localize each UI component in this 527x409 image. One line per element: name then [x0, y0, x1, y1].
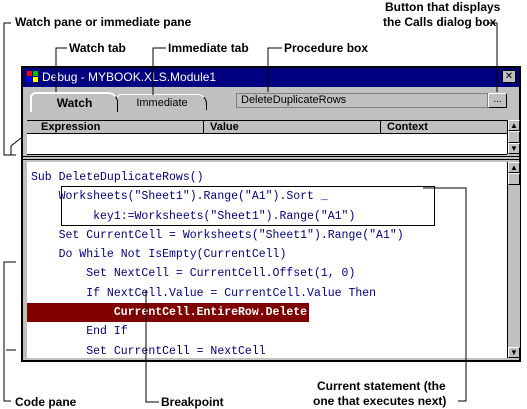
watch-pane-scrollbar[interactable]: ▲ ▼: [507, 120, 520, 154]
debug-window-icon: [27, 71, 38, 82]
current-statement-box: [61, 186, 435, 226]
code-line[interactable]: Sub DeleteDuplicateRows(): [31, 168, 404, 187]
tab-immediate[interactable]: Immediate: [117, 94, 207, 110]
code-line[interactable]: Set CurrentCell = NextCell: [31, 342, 404, 358]
column-header-expression[interactable]: Expression: [27, 121, 211, 133]
column-header-value[interactable]: Value: [203, 121, 386, 133]
calls-button[interactable]: ...: [488, 93, 507, 108]
code-line[interactable]: End If: [31, 322, 404, 341]
callout-calls-button-line1: Button that displays: [385, 0, 501, 14]
code-scroll-thumb[interactable]: [508, 173, 520, 185]
scroll-up-icon[interactable]: ▲: [508, 120, 520, 131]
callout-watch-pane: Watch pane or immediate pane: [15, 15, 192, 29]
window-title: Debug - MYBOOK.XLS.Module1: [42, 70, 217, 84]
code-pane-scrollbar[interactable]: ▲ ▼: [507, 162, 520, 358]
column-header-context[interactable]: Context: [380, 121, 507, 133]
breakpoint-line[interactable]: CurrentCell.EntireRow.Delete: [27, 303, 310, 323]
watch-pane[interactable]: [27, 134, 507, 155]
callout-current-statement-line1: Current statement (the: [317, 379, 446, 393]
code-line[interactable]: Set NextCell = CurrentCell.Offset(1, 0): [31, 264, 404, 283]
code-line[interactable]: If NextCell.Value = CurrentCell.Value Th…: [31, 284, 404, 303]
callout-procedure-box: Procedure box: [284, 41, 369, 55]
watch-pane-header: Expression Value Context: [27, 120, 507, 134]
pane-splitter[interactable]: [23, 156, 519, 160]
callout-current-statement-line2: one that executes next): [313, 394, 447, 408]
callout-breakpoint: Breakpoint: [161, 395, 224, 409]
callout-code-pane: Code pane: [15, 395, 77, 409]
callout-calls-button-line2: the Calls dialog box: [383, 15, 497, 29]
close-icon: ✕: [504, 71, 514, 82]
watch-scroll-thumb[interactable]: [508, 131, 520, 143]
callout-immediate-tab: Immediate tab: [168, 41, 249, 55]
code-pane[interactable]: Sub DeleteDuplicateRows() Worksheets("Sh…: [27, 162, 507, 358]
scroll-up-icon[interactable]: ▲: [508, 162, 520, 173]
title-bar[interactable]: Debug - MYBOOK.XLS.Module1 ✕: [23, 68, 519, 87]
procedure-box[interactable]: DeleteDuplicateRows: [236, 93, 488, 108]
close-button[interactable]: ✕: [502, 70, 516, 83]
code-line[interactable]: Set CurrentCell = Worksheets("Sheet1").R…: [31, 226, 404, 245]
scroll-down-icon[interactable]: ▼: [508, 347, 520, 358]
debug-window: Debug - MYBOOK.XLS.Module1 ✕ Immediate W…: [21, 66, 521, 362]
scroll-down-icon[interactable]: ▼: [508, 143, 520, 154]
code-line[interactable]: Do While Not IsEmpty(CurrentCell): [31, 245, 404, 264]
callout-watch-tab: Watch tab: [69, 41, 126, 55]
tab-watch[interactable]: Watch: [30, 92, 118, 112]
